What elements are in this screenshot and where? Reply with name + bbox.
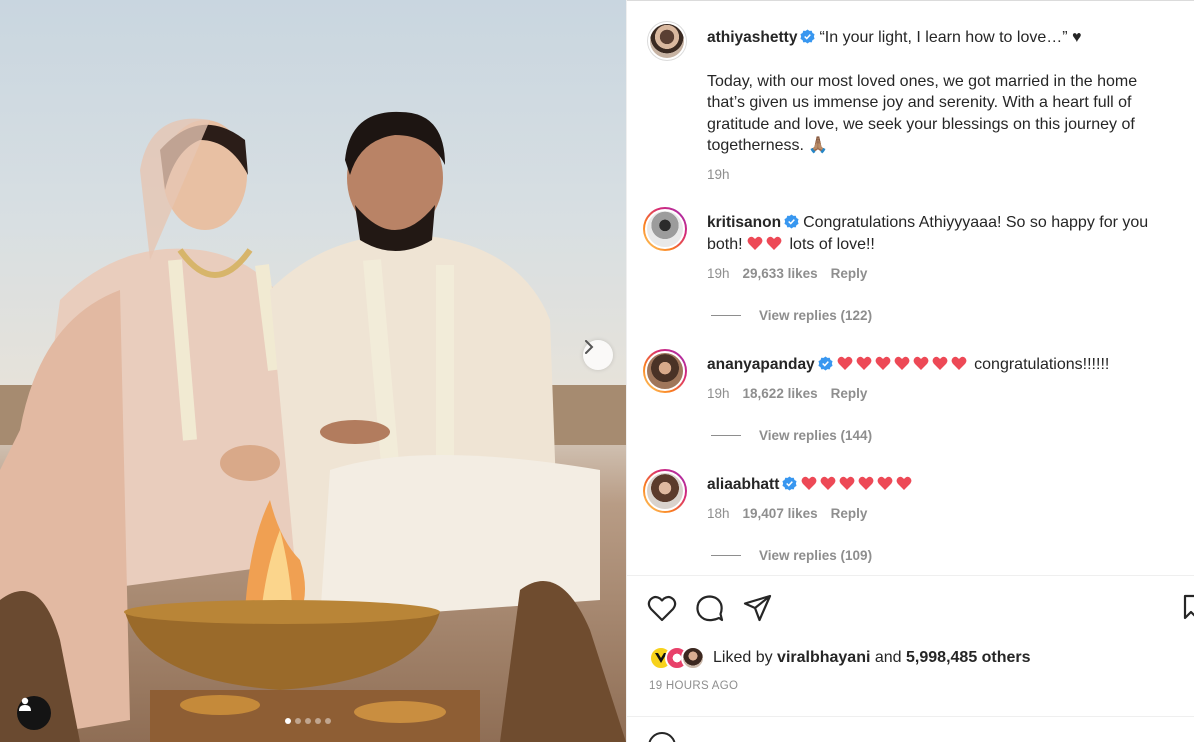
comment-username[interactable]: kritisanon xyxy=(707,214,781,231)
comment-item: kritisanon Congratulations Athiyyyaaa! So… xyxy=(707,212,1177,255)
bookmark-icon[interactable] xyxy=(1183,594,1194,620)
verified-badge-icon xyxy=(782,476,797,491)
post-timestamp[interactable]: 19 HOURS AGO xyxy=(649,680,738,692)
view-replies-button[interactable]: View replies (122) xyxy=(711,308,872,323)
liked-by-text: Liked by viralbhayani and 5,998,485 othe… xyxy=(713,649,1031,667)
comment-meta: 18h 19,407 likes Reply xyxy=(707,506,867,521)
comment-username[interactable]: ananyapanday xyxy=(707,356,815,373)
comment-meta: 19h 29,633 likes Reply xyxy=(707,266,867,281)
carousel-dot xyxy=(305,718,311,724)
comment-text-end: lots of love!! xyxy=(789,235,875,253)
red-heart-emoji xyxy=(951,356,967,370)
heart-icon[interactable] xyxy=(647,594,677,622)
user-tag-icon xyxy=(19,697,31,711)
reply-button[interactable]: Reply xyxy=(831,386,868,401)
liked-by-prefix: Liked by xyxy=(713,649,773,666)
comment-time: 19h xyxy=(707,386,730,401)
post-details-panel: athiyashetty “In your light, I learn how … xyxy=(626,0,1194,742)
comment-likes[interactable]: 29,633 likes xyxy=(743,266,818,281)
view-replies-label: View replies (109) xyxy=(759,548,873,563)
caption-body: Today, with our most loved ones, we got … xyxy=(707,72,1138,155)
comment-likes[interactable]: 18,622 likes xyxy=(743,386,818,401)
likes-summary: Liked by viralbhayani and 5,998,485 othe… xyxy=(649,646,1031,670)
red-heart-emoji xyxy=(858,476,874,490)
red-heart-emoji xyxy=(913,356,929,370)
comment-meta: 19h 18,622 likes Reply xyxy=(707,386,867,401)
comment-item: ananyapanday congratulations!!!!!! xyxy=(707,354,1177,376)
red-heart-emoji xyxy=(856,356,872,370)
red-heart-emoji xyxy=(766,236,782,250)
verified-badge-icon xyxy=(800,29,815,44)
comment-item: aliaabhatt xyxy=(707,474,1177,496)
red-heart-emoji xyxy=(932,356,948,370)
carousel-next-button[interactable] xyxy=(583,340,613,370)
comment-text: congratulations!!!!!! xyxy=(974,356,1110,373)
heart-emojis xyxy=(747,236,785,253)
comment-time: 19h xyxy=(707,266,730,281)
user-tags-button[interactable] xyxy=(17,696,51,730)
red-heart-emoji xyxy=(896,476,912,490)
verified-badge-icon xyxy=(784,214,799,229)
share-icon[interactable] xyxy=(743,594,772,622)
liker-avatar xyxy=(681,646,705,670)
reply-button[interactable]: Reply xyxy=(831,506,868,521)
red-heart-emoji xyxy=(801,476,817,490)
comment-avatar[interactable] xyxy=(643,349,687,393)
red-heart-emoji xyxy=(894,356,910,370)
view-replies-label: View replies (122) xyxy=(759,308,873,323)
comment-avatar[interactable] xyxy=(643,469,687,513)
heart-emojis xyxy=(801,476,915,493)
post-photo[interactable] xyxy=(0,0,626,742)
comment-avatar[interactable] xyxy=(643,207,687,251)
heart-emojis xyxy=(837,356,970,373)
carousel-dot xyxy=(325,718,331,724)
red-heart-emoji xyxy=(820,476,836,490)
comment-icon[interactable] xyxy=(695,594,724,623)
caption-time: 19h xyxy=(707,166,730,182)
red-heart-emoji xyxy=(837,356,853,370)
comment-time: 18h xyxy=(707,506,730,521)
author-username[interactable]: athiyashetty xyxy=(707,29,797,46)
post-actions: Liked by viralbhayani and 5,998,485 othe… xyxy=(627,575,1194,742)
add-comment-bar[interactable] xyxy=(627,716,1194,742)
view-replies-button[interactable]: View replies (144) xyxy=(711,428,872,443)
caption: athiyashetty “In your light, I learn how … xyxy=(707,27,1177,182)
comment-username[interactable]: aliaabhatt xyxy=(707,476,779,493)
caption-line-1: “In your light, I learn how to love…” ♥︎ xyxy=(819,29,1082,46)
red-heart-emoji xyxy=(839,476,855,490)
comments-section: athiyashetty “In your light, I learn how … xyxy=(627,0,1194,575)
emoji-icon[interactable] xyxy=(647,731,677,742)
carousel-dot xyxy=(315,718,321,724)
wedding-photo-illustration xyxy=(0,111,626,742)
red-heart-emoji xyxy=(747,236,763,250)
liked-by-connector: and xyxy=(874,649,902,666)
comment-likes[interactable]: 19,407 likes xyxy=(743,506,818,521)
author-avatar[interactable] xyxy=(647,21,687,61)
red-heart-emoji xyxy=(877,476,893,490)
reply-button[interactable]: Reply xyxy=(831,266,868,281)
red-heart-emoji xyxy=(875,356,891,370)
view-replies-label: View replies (144) xyxy=(759,428,873,443)
liked-by-others[interactable]: 5,998,485 others xyxy=(906,649,1031,666)
verified-badge-icon xyxy=(818,356,833,371)
carousel-indicator xyxy=(285,718,331,724)
carousel-dot xyxy=(285,718,291,724)
view-replies-button[interactable]: View replies (109) xyxy=(711,548,872,563)
carousel-dot xyxy=(295,718,301,724)
chevron-right-icon xyxy=(585,340,594,354)
liked-by-user[interactable]: viralbhayani xyxy=(777,649,870,666)
